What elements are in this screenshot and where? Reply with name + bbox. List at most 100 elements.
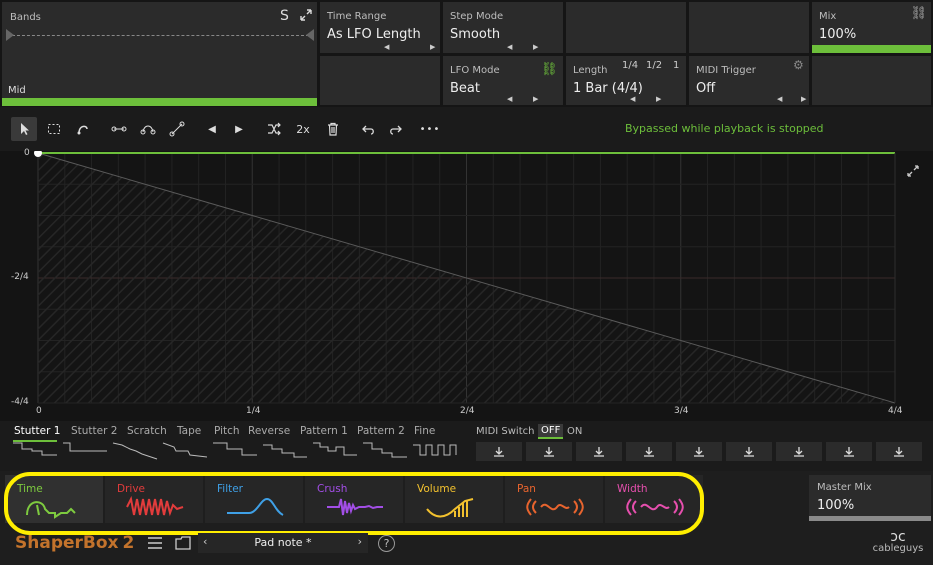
preset-thumb-stutter-2[interactable]: [62, 441, 108, 461]
midi-switch-label: MIDI Switch: [476, 426, 535, 437]
more-options-button[interactable]: •••: [417, 117, 443, 141]
lfo-graph[interactable]: 0 -2/4 -4/4 0 1/4 2/4 3/4 4/4: [0, 148, 933, 421]
chevron-right-icon[interactable]: ›: [358, 535, 362, 548]
preset-pattern-2[interactable]: Pattern 2: [357, 425, 405, 437]
curve-shape-icon: [140, 125, 156, 135]
pointer-tool-button[interactable]: [11, 117, 37, 141]
delete-button[interactable]: [320, 117, 346, 141]
chevron-left-icon[interactable]: ◀: [630, 95, 635, 103]
step-mode-control[interactable]: Step Mode Smooth ◀ ▶: [443, 2, 563, 53]
preset-tape[interactable]: Tape: [177, 425, 201, 437]
top-panel: Bands S Mid Time Range As LFO Length ◀ ▶…: [0, 0, 933, 107]
length-control[interactable]: Length 1/4 1/2 1 1 Bar (4/4) ◀ ▶: [566, 56, 686, 105]
download-slot-button[interactable]: [526, 442, 572, 461]
mix-level-bar[interactable]: [812, 45, 931, 53]
time-range-control[interactable]: Time Range As LFO Length ◀ ▶: [320, 2, 440, 53]
download-slot-button[interactable]: [626, 442, 672, 461]
graph-canvas[interactable]: [0, 151, 933, 421]
link-icon[interactable]: ⛓: [910, 6, 927, 21]
preset-pitch[interactable]: Pitch: [214, 425, 240, 437]
redo-button[interactable]: [382, 117, 408, 141]
length-quarter[interactable]: 1/4: [622, 60, 638, 71]
curve-shape-button[interactable]: [135, 117, 161, 141]
select-tool-button[interactable]: [41, 117, 67, 141]
preset-thumb-pattern-1[interactable]: [312, 441, 358, 461]
chevron-left-icon[interactable]: ◀: [507, 43, 512, 51]
mix-control[interactable]: Mix 100% ⛓: [812, 2, 931, 53]
download-icon: [644, 446, 654, 457]
download-slot-button[interactable]: [776, 442, 822, 461]
chevron-right-icon[interactable]: ▶: [533, 95, 538, 103]
master-mix-control[interactable]: Master Mix 100%: [809, 475, 931, 521]
double-button[interactable]: 2x: [290, 117, 316, 141]
empty-slot: [812, 56, 931, 105]
chevron-right-icon[interactable]: ▶: [533, 43, 538, 51]
preset-thumb-reverse[interactable]: [262, 441, 308, 461]
brand-logo: ↄc cableguys: [869, 530, 927, 554]
midi-trigger-control[interactable]: MIDI Trigger ⚙ Off ◀ ▶: [689, 56, 809, 105]
chevron-right-icon[interactable]: ▶: [430, 43, 435, 51]
download-slot-button[interactable]: [826, 442, 872, 461]
line-shape-button[interactable]: [106, 117, 132, 141]
shift-right-button[interactable]: ▶: [226, 117, 252, 141]
band-left-handle[interactable]: [6, 29, 14, 41]
preset-scratch[interactable]: Scratch: [127, 425, 167, 437]
midi-switch-on[interactable]: ON: [567, 426, 582, 437]
gear-icon[interactable]: ⚙: [793, 58, 804, 72]
y-label-top: 0: [24, 148, 30, 158]
preset-stutter-2[interactable]: Stutter 2: [71, 425, 117, 437]
link-icon[interactable]: ⛓: [541, 62, 558, 77]
patch-name: Pad note *: [254, 536, 312, 549]
preset-stutter-1[interactable]: Stutter 1: [14, 425, 60, 437]
expand-icon[interactable]: [299, 8, 313, 22]
annotation-highlight: [4, 472, 704, 535]
preset-thumb-tape[interactable]: [162, 441, 208, 461]
download-slot-button[interactable]: [726, 442, 772, 461]
download-slot-button[interactable]: [576, 442, 622, 461]
chevron-left-icon[interactable]: ◀: [507, 95, 512, 103]
brand-name: cableguys: [872, 543, 924, 554]
folder-icon[interactable]: [175, 536, 191, 550]
preset-thumb-fine[interactable]: [412, 441, 458, 461]
length-half[interactable]: 1/2: [646, 60, 662, 71]
band-right-handle[interactable]: [306, 29, 314, 41]
midi-switch-off[interactable]: OFF: [538, 424, 564, 439]
empty-slot: [320, 56, 440, 105]
preset-thumb-pitch[interactable]: [212, 441, 258, 461]
x-label-1: 1/4: [246, 406, 261, 416]
randomize-button[interactable]: [261, 117, 287, 141]
fullscreen-icon[interactable]: [906, 164, 920, 178]
master-mix-bar[interactable]: [809, 516, 931, 521]
help-button[interactable]: ?: [378, 535, 395, 552]
chevron-right-icon[interactable]: ▶: [801, 95, 806, 103]
length-full[interactable]: 1: [673, 60, 679, 71]
bend-tool-button[interactable]: [70, 117, 96, 141]
mix-label: Mix: [819, 11, 837, 22]
preset-thumb-scratch[interactable]: [112, 441, 158, 461]
patch-selector[interactable]: ‹ Pad note * ›: [198, 533, 368, 553]
lfo-mode-control[interactable]: LFO Mode ⛓ Beat ◀ ▶: [443, 56, 563, 105]
chevron-left-icon[interactable]: ◀: [384, 43, 389, 51]
preset-thumb-pattern-2[interactable]: [362, 441, 408, 461]
download-slot-button[interactable]: [476, 442, 522, 461]
download-slot-button[interactable]: [876, 442, 922, 461]
preset-fine[interactable]: Fine: [414, 425, 435, 437]
solo-button[interactable]: S: [280, 8, 289, 24]
shift-left-button[interactable]: ◀: [199, 117, 225, 141]
edit-toolbar: ◀ ▶ 2x ••• Bypassed while playback is st…: [0, 107, 933, 151]
download-icon: [494, 446, 504, 457]
preset-pattern-1[interactable]: Pattern 1: [300, 425, 348, 437]
undo-button[interactable]: [356, 117, 382, 141]
menu-icon[interactable]: [147, 536, 163, 550]
pointer-icon: [21, 123, 29, 135]
chevron-right-icon[interactable]: ▶: [656, 95, 661, 103]
preset-reverse[interactable]: Reverse: [248, 425, 290, 437]
download-slot-button[interactable]: [676, 442, 722, 461]
preset-thumb-stutter-1[interactable]: [12, 441, 58, 461]
download-icon: [744, 446, 754, 457]
x-label-4: 4/4: [888, 406, 903, 416]
band-selection-bar[interactable]: [2, 98, 317, 106]
chevron-left-icon[interactable]: ◀: [777, 95, 782, 103]
ramp-shape-button[interactable]: [164, 117, 190, 141]
bands-panel[interactable]: Bands S Mid: [2, 2, 317, 106]
